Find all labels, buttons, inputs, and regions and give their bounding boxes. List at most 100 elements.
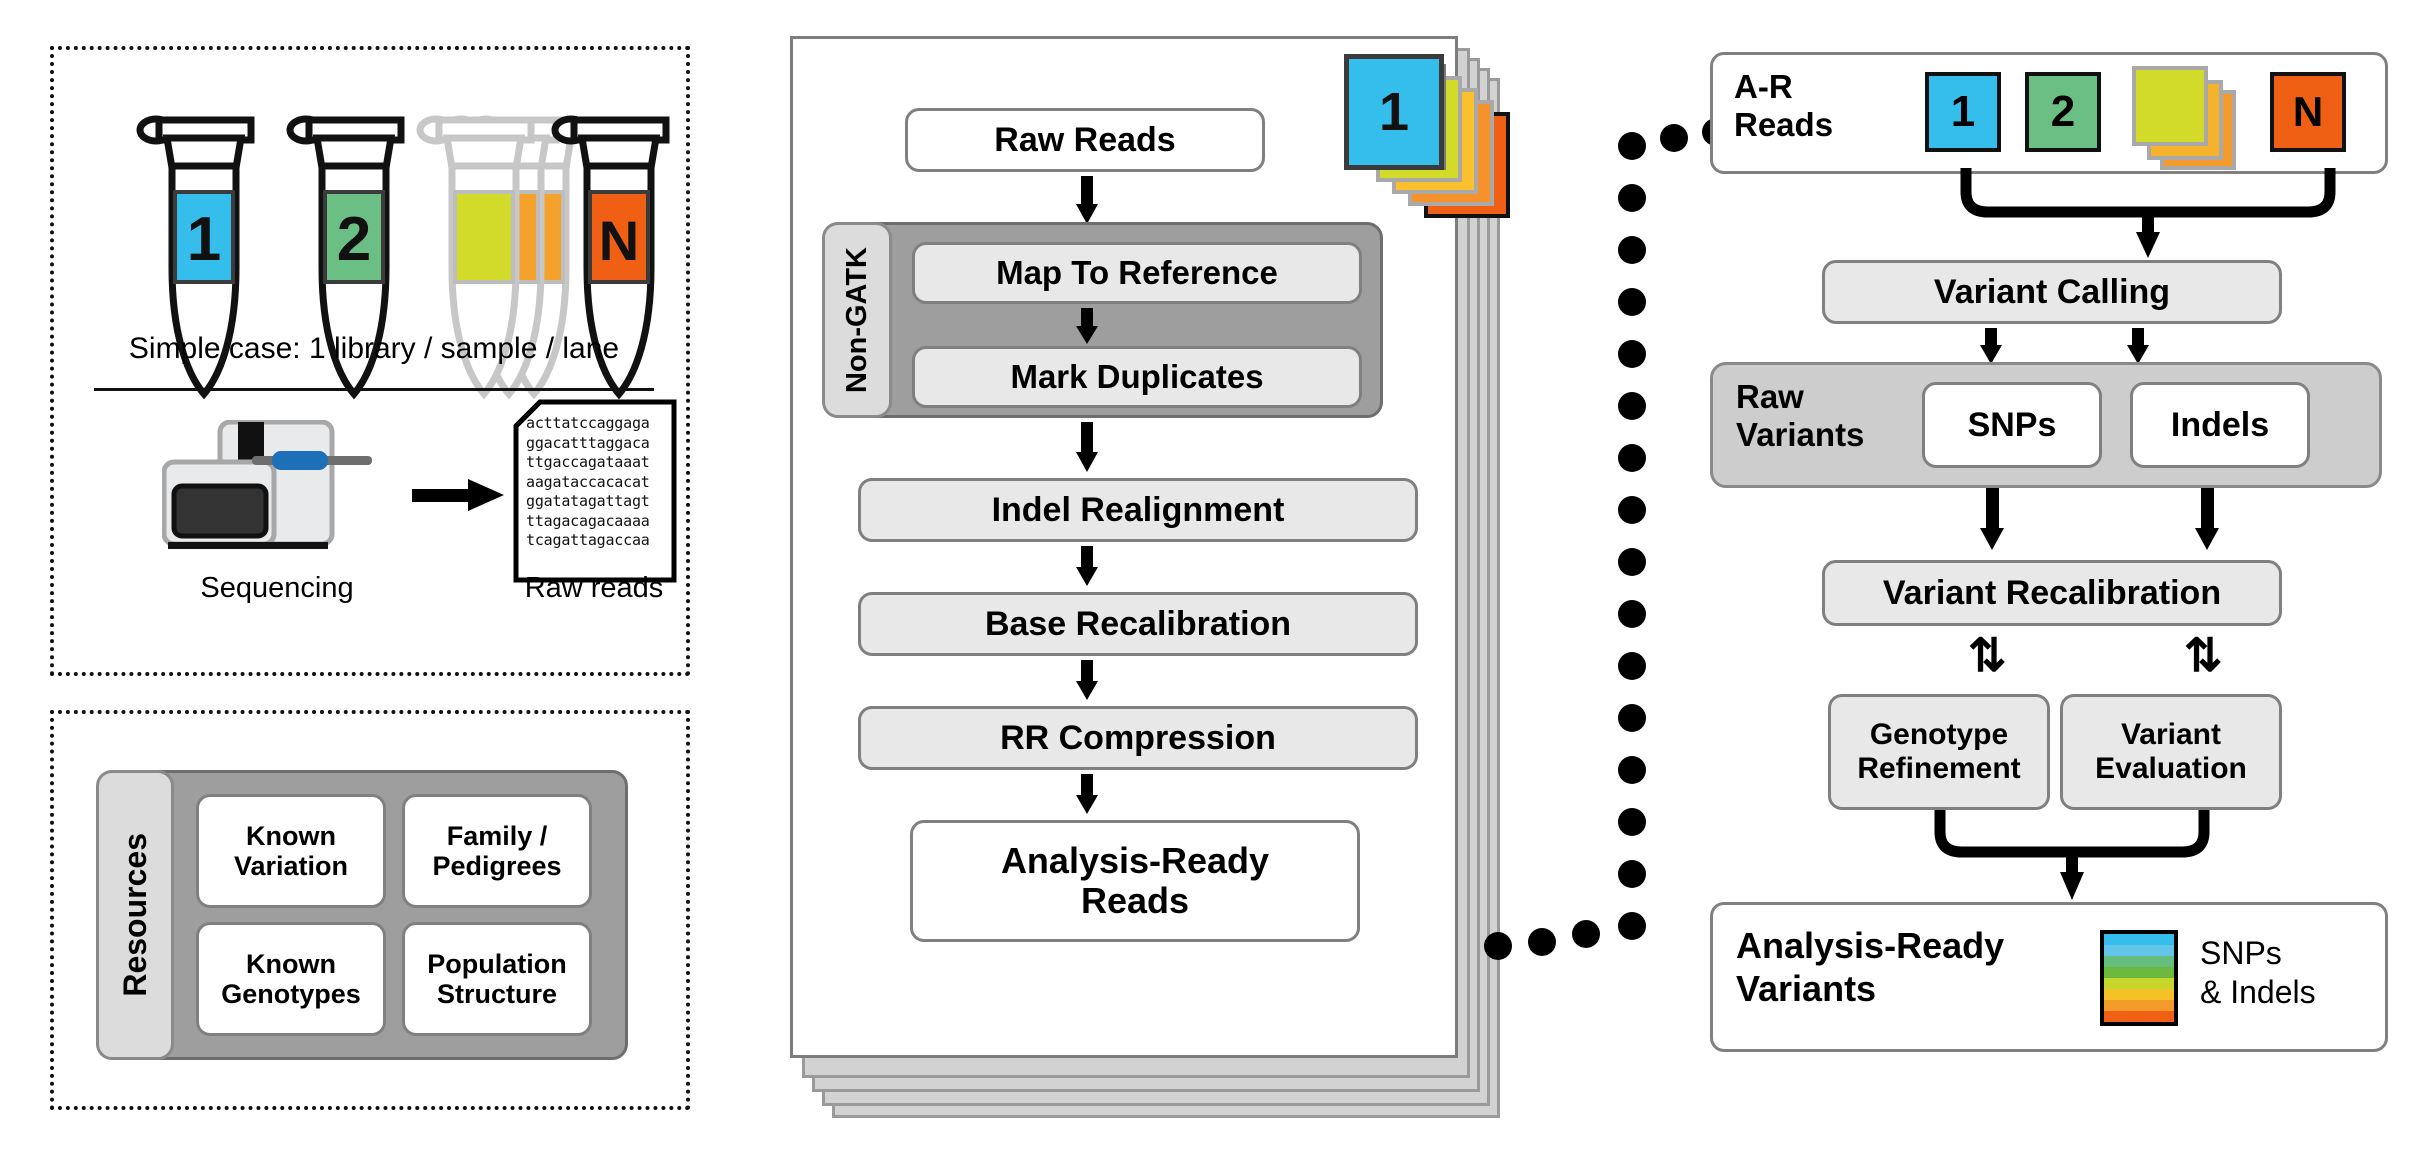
ar-reads-line1: A-R	[1734, 68, 1793, 105]
simple-case-caption: Simple case: 1 library / sample / lane	[128, 332, 620, 365]
genotype-refinement-line2: Refinement	[1857, 752, 2021, 785]
node-variant-calling[interactable]: Variant Calling	[1822, 260, 2282, 324]
brace-refinement-to-arv	[1932, 810, 2212, 902]
connector-dot	[1484, 932, 1512, 960]
arrow-markdup-to-indel	[1076, 422, 1098, 477]
resource-item-known-variation[interactable]: Known Variation	[196, 794, 386, 908]
connector-dot	[1618, 548, 1646, 576]
connector-dot	[1618, 860, 1646, 888]
resource-item-family-pedigrees[interactable]: Family / Pedigrees	[402, 794, 592, 908]
resource-label-line1: Family /	[446, 820, 548, 851]
arrow-map-to-markdup	[1076, 308, 1098, 349]
sample-tube-2: 2	[279, 108, 409, 413]
resource-label-line2: Variation	[233, 851, 349, 881]
connector-dot	[1618, 808, 1646, 836]
node-base-recalibration[interactable]: Base Recalibration	[858, 592, 1418, 656]
sequencing-label: Sequencing	[200, 572, 354, 604]
raw-reads-document: acttatccaggaga ggacatttaggaca ttgaccagataa…	[512, 398, 678, 589]
non-gatk-side-tab: Non-GATK	[822, 222, 892, 418]
connector-dot	[1618, 444, 1646, 472]
genotype-refinement-line1: Genotype	[1869, 718, 2009, 752]
node-analysis-ready-reads[interactable]: Analysis-Ready Reads	[910, 820, 1360, 942]
legend-line2: & Indels	[2200, 974, 2316, 1011]
resource-label-line2: Genotypes	[221, 979, 361, 1009]
connector-dot	[1618, 704, 1646, 732]
node-variant-evaluation[interactable]: Variant Evaluation	[2060, 694, 2282, 810]
brace-ar-reads-to-calling	[1958, 168, 2338, 260]
ar-chip-2[interactable]: 2	[2025, 72, 2101, 152]
node-mark-duplicates[interactable]: Mark Duplicates	[912, 346, 1362, 408]
connector-dot	[1572, 920, 1600, 948]
connector-dot	[1618, 652, 1646, 680]
raw-variants-line2: Variants	[1736, 416, 1865, 454]
connector-dot	[1618, 184, 1646, 212]
node-map-to-reference[interactable]: Map To Reference	[912, 242, 1362, 304]
sequence-line: tcagattagaccaa	[526, 531, 650, 549]
tube-label-n: N	[599, 209, 639, 272]
variant-evaluation-line2: Evaluation	[2095, 752, 2247, 785]
read-sequence-text: acttatccaggaga ggacatttaggaca ttgaccagataa…	[512, 398, 692, 551]
arrow-bqsr-to-rr	[1076, 660, 1098, 705]
sample-tube-1: 1	[129, 108, 259, 413]
resources-panel: Resources Known Variation Family / Pedig…	[50, 710, 690, 1110]
arrow-indels-to-recal	[2195, 488, 2219, 555]
connector-dot	[1528, 928, 1556, 956]
sequence-line: ggatatagattagt	[526, 492, 650, 510]
arrow-rr-to-output	[1076, 774, 1098, 819]
node-variant-recalibration[interactable]: Variant Recalibration	[1822, 560, 2282, 626]
connector-dot	[1660, 124, 1688, 152]
node-raw-reads[interactable]: Raw Reads	[905, 108, 1265, 172]
raw-variants-line1: Raw	[1736, 378, 1804, 415]
legend-line1: SNPs	[2200, 935, 2282, 971]
sequence-line: ttgaccagataaat	[526, 453, 650, 471]
ar-chip-n[interactable]: N	[2270, 72, 2346, 152]
connector-dot	[1618, 756, 1646, 784]
connector-dot	[1618, 912, 1646, 940]
connector-dot	[1618, 288, 1646, 316]
arv-line2: Variants	[1736, 968, 1877, 1010]
resource-label-line1: Population	[427, 948, 567, 979]
raw-reads-label: Raw reads	[524, 572, 664, 604]
raw-variants-label: Raw Variants	[1736, 378, 1926, 455]
connector-dot	[1618, 236, 1646, 264]
arrow-indel-to-bqsr	[1076, 546, 1098, 591]
resource-label-line1: Known	[246, 820, 336, 851]
ar-chip-3	[2132, 66, 2208, 146]
arv-line1: Analysis-Ready	[1736, 925, 2005, 966]
node-indel-realignment[interactable]: Indel Realignment	[858, 478, 1418, 542]
resources-side-tab: Resources	[96, 770, 174, 1060]
resource-label-line2: Pedigrees	[432, 851, 562, 881]
ar-reads-label: A-R Reads	[1734, 68, 1874, 145]
variant-legend-label: SNPs & Indels	[2200, 934, 2390, 1012]
node-snps[interactable]: SNPs	[1922, 382, 2102, 468]
per-sample-pipeline-panel: 1 Raw Reads Non-GATK Map To Reference Ma…	[790, 36, 1620, 1136]
tube-label-2: 2	[337, 205, 371, 274]
resource-item-known-genotypes[interactable]: Known Genotypes	[196, 922, 386, 1036]
cohort-variant-pipeline-panel: A-R Reads 1 2 N Variant Calling Raw Vari…	[1700, 48, 2390, 1128]
sequencing-to-reads-arrow	[412, 478, 504, 517]
ar-reads-line1: Analysis-Ready	[1000, 839, 1270, 881]
sequence-line: acttatccaggaga	[526, 414, 650, 432]
resource-label-line1: Known	[246, 948, 336, 979]
sample-tube-n: N	[544, 108, 674, 413]
sample-prep-panel: 1 2 N Simple case: 1 library / sample / …	[50, 46, 690, 676]
node-genotype-refinement[interactable]: Genotype Refinement	[1828, 694, 2050, 810]
tube-label-1: 1	[187, 205, 221, 274]
resource-label-line2: Structure	[436, 979, 557, 1009]
connector-dot	[1618, 340, 1646, 368]
node-indels[interactable]: Indels	[2130, 382, 2310, 468]
arrow-snps-to-recal	[1980, 488, 2004, 555]
node-rr-compression[interactable]: RR Compression	[858, 706, 1418, 770]
ar-chip-1[interactable]: 1	[1925, 72, 2001, 152]
panel-divider	[94, 388, 654, 391]
connector-dot	[1618, 132, 1646, 160]
variant-color-legend-bar	[2100, 930, 2178, 1026]
ar-reads-line2: Reads	[1734, 106, 1834, 144]
connector-dot	[1618, 392, 1646, 420]
variant-evaluation-line1: Variant	[2120, 718, 2222, 752]
resource-item-population-structure[interactable]: Population Structure	[402, 922, 592, 1036]
sequence-line: ggacatttaggaca	[526, 433, 650, 452]
stack-tab-1[interactable]: 1	[1344, 54, 1444, 170]
bidirectional-arrow-right: ⇅	[2184, 629, 2223, 681]
sequence-line: aagataccacacat	[526, 472, 650, 491]
